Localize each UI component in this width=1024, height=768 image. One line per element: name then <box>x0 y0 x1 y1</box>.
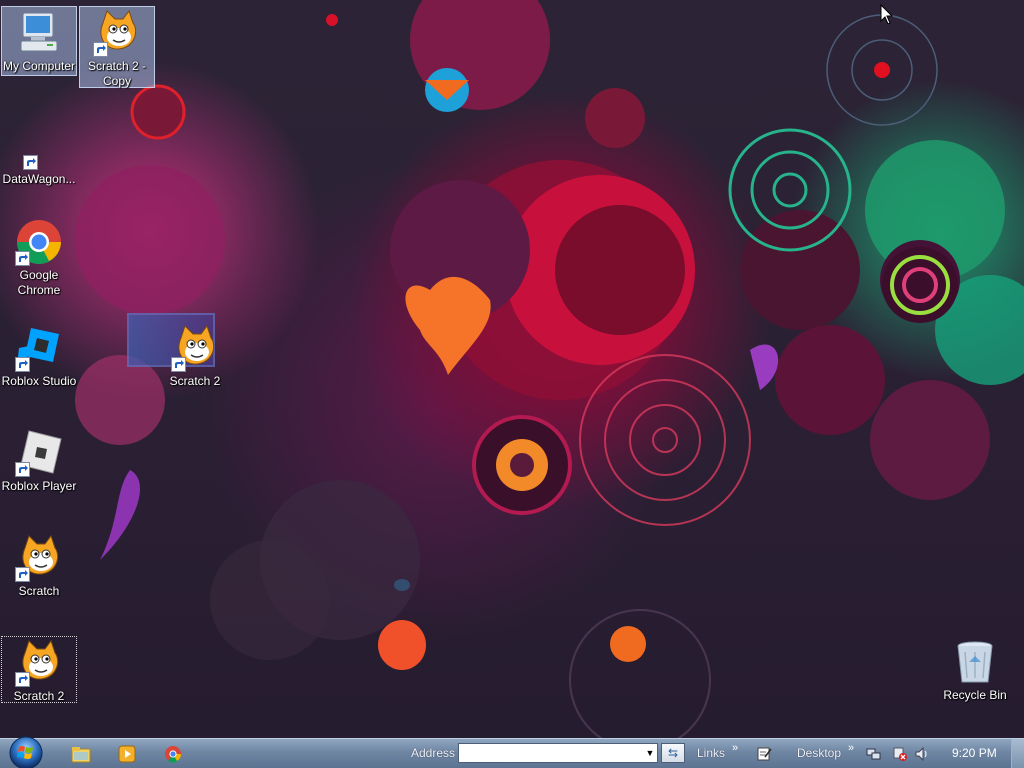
desktop-icon-google-chrome[interactable]: Google Chrome <box>1 216 77 298</box>
desktop-icon-label: Recycle Bin <box>943 688 1007 702</box>
roblox-player-icon <box>15 429 63 477</box>
network-icon[interactable] <box>866 746 882 762</box>
shortcut-arrow-icon <box>15 567 30 582</box>
desktop-icon-label: Google Chrome <box>17 268 61 297</box>
desktop-icon-label: My Computer <box>2 59 76 73</box>
scratch-cat-icon <box>15 639 63 687</box>
system-clock[interactable]: 9:20 PM <box>952 746 997 760</box>
volume-icon[interactable] <box>914 746 930 762</box>
links-chevron-icon[interactable]: » <box>732 742 738 754</box>
desktop-wallpaper <box>0 0 1024 738</box>
desktop-icon-label: DataWagon... <box>2 172 76 186</box>
scratch-cat-icon <box>171 324 219 372</box>
shortcut-arrow-icon <box>15 462 30 477</box>
explorer-icon <box>71 747 91 763</box>
notepad-icon[interactable] <box>756 746 772 762</box>
chrome-icon <box>15 218 63 266</box>
computer-icon <box>15 9 63 57</box>
chevron-down-icon[interactable]: ▼ <box>642 744 658 762</box>
desktop-icon-roblox-player[interactable]: Roblox Player <box>1 427 77 493</box>
links-toolbar-label[interactable]: Links <box>697 746 725 760</box>
quick-launch-chrome[interactable] <box>162 743 184 765</box>
address-label: Address <box>411 746 456 760</box>
desktop-icon-label: Scratch <box>18 584 60 598</box>
desktop-icon-recycle-bin[interactable]: Recycle Bin <box>937 636 1013 702</box>
desktop-icon-scratch-2-middle[interactable]: Scratch 2 <box>157 322 233 388</box>
go-button[interactable]: ⇆ <box>661 743 685 763</box>
windows-logo-icon <box>9 736 43 768</box>
shortcut-arrow-icon <box>15 251 30 266</box>
desktop-icon-roblox-studio[interactable]: Roblox Studio <box>1 322 77 388</box>
taskbar: Address ▼ ⇆ Links » Desktop » 9:20 PM <box>0 735 1024 768</box>
desktop-icon-label: Roblox Studio <box>1 374 77 388</box>
roblox-studio-icon <box>15 324 63 372</box>
wallpaper-artwork <box>75 0 1024 738</box>
shortcut-arrow-icon <box>171 357 186 372</box>
mouse-cursor-icon <box>880 3 894 26</box>
shortcut-arrow-icon <box>93 42 108 57</box>
chrome-icon <box>165 746 182 763</box>
go-arrows-icon: ⇆ <box>667 746 679 760</box>
shortcut-arrow-icon <box>15 672 30 687</box>
scratch-cat-icon <box>93 9 141 57</box>
scratch-cat-icon <box>15 534 63 582</box>
shortcut-arrow-icon <box>23 155 38 170</box>
desktop-icon-label: Scratch 2 <box>169 374 221 388</box>
desktop-icon-scratch-2-copy[interactable]: Scratch 2 - Copy <box>79 6 155 88</box>
quick-launch-media-player[interactable] <box>116 743 138 765</box>
security-alert-icon[interactable] <box>892 746 908 762</box>
desktop-icon-my-computer[interactable]: My Computer <box>1 6 77 76</box>
recycle-bin-icon <box>951 638 999 686</box>
start-button[interactable] <box>8 735 44 768</box>
media-player-icon <box>118 745 136 763</box>
desktop-icon-label: Roblox Player <box>1 479 77 493</box>
quick-launch-explorer[interactable] <box>70 743 92 765</box>
desktop-icon-datawagon[interactable]: DataWagon... <box>1 120 77 186</box>
desktop-icon-label: Scratch 2 - Copy <box>87 59 147 88</box>
desktop-toolbar-label[interactable]: Desktop <box>797 746 841 760</box>
desktop-icon-scratch-2-bottom[interactable]: Scratch 2 <box>1 636 77 703</box>
desktop-chevron-icon[interactable]: » <box>848 742 854 754</box>
shortcut-arrow-icon <box>15 357 30 372</box>
show-desktop-button[interactable] <box>1011 739 1024 768</box>
desktop-icon-label: Scratch 2 <box>13 689 65 703</box>
shortcut-icon <box>15 122 63 170</box>
desktop-icon-scratch[interactable]: Scratch <box>1 532 77 598</box>
address-input[interactable] <box>458 743 658 763</box>
